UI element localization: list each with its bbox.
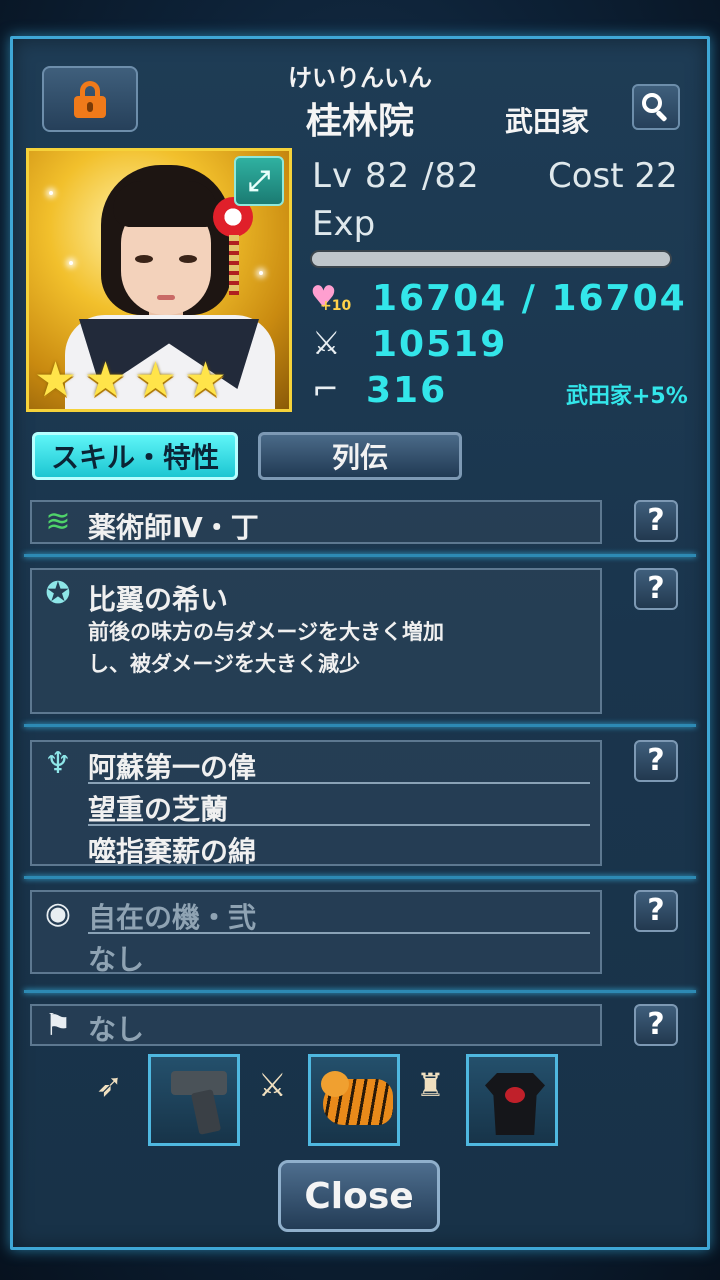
medicine-icon: ≋: [45, 504, 71, 539]
lock-button[interactable]: [42, 66, 138, 132]
passive-row: ◉ 自在の機・弐 なし: [30, 890, 602, 976]
tab-skills[interactable]: スキル・特性: [32, 432, 238, 480]
exp-bar-fill: [312, 252, 670, 266]
equip-slot-armor[interactable]: [466, 1054, 558, 1146]
star-icon: ★: [34, 352, 78, 408]
flag-row: ⚑ なし: [30, 1004, 602, 1046]
flag-icon: ⚑: [44, 1008, 72, 1043]
passive-1: 自在の機・弐: [88, 901, 257, 934]
level-value: Lv 82 /82: [312, 156, 480, 196]
pentagram-icon: ✪: [45, 576, 71, 611]
divider: [24, 724, 696, 727]
star-icon: ★: [184, 352, 228, 408]
attack-value: 10519: [372, 324, 508, 365]
exp-bar: [310, 250, 672, 268]
character-name: 桂林院: [305, 101, 414, 142]
divider: [24, 990, 696, 993]
traits-row: ♆ 阿蘇第一の偉 望重の芝蘭 噬指棄薪の綿: [30, 740, 602, 868]
flag-title: なし: [88, 1013, 145, 1046]
active-skill-title: 比翼の希い: [88, 583, 229, 616]
trait-2: 望重の芝蘭: [88, 793, 229, 826]
cost-value: Cost 22: [548, 156, 678, 196]
boot-icon: ⌐: [312, 370, 339, 408]
tshirt-icon: [485, 1073, 545, 1135]
help-button[interactable]: ?: [634, 500, 678, 542]
star-icon: ★: [134, 352, 178, 408]
help-button[interactable]: ?: [634, 740, 678, 782]
search-icon: [642, 93, 670, 123]
equip-slot-accessory[interactable]: [308, 1054, 400, 1146]
divider: [24, 876, 696, 879]
passive-2: なし: [88, 943, 145, 976]
skill-row: ≋ 薬術師Ⅳ・丁: [30, 500, 602, 544]
speed-value: 316: [366, 370, 448, 411]
help-button[interactable]: ?: [634, 1004, 678, 1046]
clan-name: 武田家: [505, 105, 590, 138]
active-skill-desc-2: し、被ダメージを大きく減少: [88, 652, 360, 676]
person-icon: ♆: [44, 746, 72, 781]
armor-icon: ♜: [416, 1066, 445, 1104]
trait-3: 噬指棄薪の綿: [88, 835, 257, 868]
tab-biography[interactable]: 列伝: [258, 432, 462, 480]
equip-slot-weapon[interactable]: [148, 1054, 240, 1146]
exp-label: Exp: [312, 204, 376, 244]
bullet-icon: ➶: [96, 1066, 123, 1104]
eye-icon: ◉: [44, 896, 72, 931]
hp-value: 16704 / 16704: [372, 278, 687, 319]
skill-title: 薬術師Ⅳ・丁: [88, 511, 259, 544]
search-button[interactable]: [632, 84, 680, 130]
active-skill-row: ✪ 比翼の希い 前後の味方の与ダメージを大きく増加 し、被ダメージを大きく減少: [30, 568, 602, 714]
sword-icon: ⚔: [258, 1066, 287, 1104]
sword-icon: ⚔: [312, 324, 341, 362]
star-icon: ★: [84, 352, 128, 408]
expand-icon[interactable]: ⤢: [234, 156, 284, 206]
lock-icon: [72, 81, 108, 118]
help-button[interactable]: ?: [634, 890, 678, 932]
active-skill-desc-1: 前後の味方の与ダメージを大きく増加: [88, 620, 444, 644]
rarity-stars: ★ ★ ★ ★: [34, 356, 232, 404]
row-line: [88, 824, 590, 826]
clan-bonus: 武田家+5%: [566, 384, 688, 409]
row-line: [88, 782, 590, 784]
row-line: [88, 932, 590, 934]
help-button[interactable]: ?: [634, 568, 678, 610]
trait-1: 阿蘇第一の偉: [88, 751, 257, 784]
name-reading: けいりんいん: [288, 64, 432, 92]
close-button[interactable]: Close: [278, 1160, 440, 1232]
divider: [24, 554, 696, 557]
